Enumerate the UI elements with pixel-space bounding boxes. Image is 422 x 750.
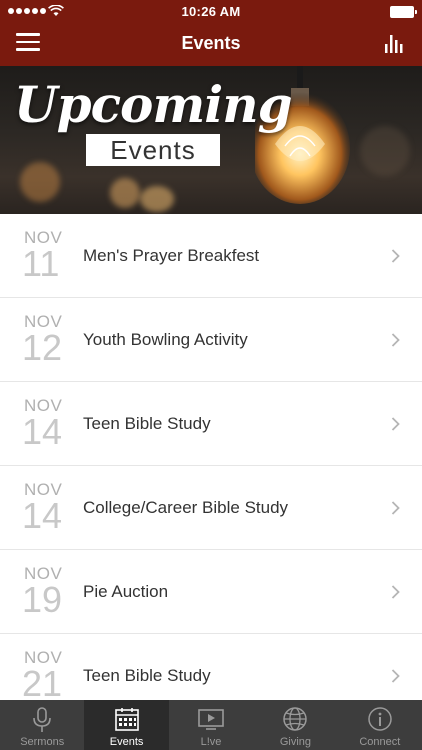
tab-label: Sermons	[20, 736, 65, 748]
tab-sermons[interactable]: Sermons	[0, 700, 84, 750]
event-row[interactable]: NOV 19 Pie Auction	[0, 550, 422, 634]
event-title: Men's Prayer Breakfest	[83, 246, 260, 265]
event-day: 14	[22, 495, 63, 536]
event-row[interactable]: NOV 14 College/Career Bible Study	[0, 466, 422, 550]
tab-label: Events	[109, 736, 144, 748]
event-row[interactable]: NOV 11 Men's Prayer Breakfest	[0, 214, 422, 298]
event-row[interactable]: NOV 12 Youth Bowling Activity	[0, 298, 422, 382]
tab-bar: Sermons Events L!ve Giving Connect	[0, 700, 422, 750]
event-title: Teen Bible Study	[83, 414, 211, 433]
info-icon	[368, 707, 392, 731]
tv-play-icon	[198, 709, 224, 730]
status-time: 10:26 AM	[181, 4, 241, 19]
event-row[interactable]: NOV 14 Teen Bible Study	[0, 382, 422, 466]
chevron-right-icon	[391, 585, 400, 599]
tab-connect[interactable]: Connect	[338, 700, 422, 750]
chevron-right-icon	[391, 333, 400, 347]
tab-events[interactable]: Events	[84, 700, 169, 750]
app-header: 10:26 AM Events	[0, 0, 422, 66]
chevron-right-icon	[391, 417, 400, 431]
event-title: Pie Auction	[83, 582, 169, 601]
tab-label: L!ve	[200, 736, 222, 748]
battery-icon	[390, 6, 417, 18]
event-title: Teen Bible Study	[83, 666, 211, 685]
event-title: College/Career Bible Study	[83, 498, 289, 517]
stats-icon[interactable]	[384, 32, 406, 54]
chevron-right-icon	[391, 669, 400, 683]
event-list: NOV 11 Men's Prayer Breakfest NOV 12 You…	[0, 214, 422, 700]
tab-label: Connect	[359, 736, 401, 748]
event-day: 21	[22, 663, 63, 700]
chevron-right-icon	[391, 501, 400, 515]
event-day: 14	[22, 411, 63, 452]
banner-subtitle: Events	[86, 134, 220, 166]
tab-giving[interactable]: Giving	[253, 700, 337, 750]
event-day: 19	[22, 579, 63, 620]
microphone-icon	[33, 707, 52, 732]
events-banner: Upcoming Events	[0, 66, 422, 214]
event-day: 11	[22, 243, 60, 284]
tab-label: Giving	[279, 736, 312, 748]
event-title: Youth Bowling Activity	[83, 330, 248, 349]
event-row[interactable]: NOV 21 Teen Bible Study	[0, 634, 422, 700]
page-title: Events	[181, 33, 241, 53]
banner-script-text: Upcoming	[14, 75, 293, 134]
event-day: 12	[22, 327, 63, 368]
calendar-icon	[114, 708, 139, 731]
tab-live[interactable]: L!ve	[169, 700, 253, 750]
status-bar: 10:26 AM	[0, 0, 422, 22]
chevron-right-icon	[391, 249, 400, 263]
globe-icon	[283, 707, 308, 731]
